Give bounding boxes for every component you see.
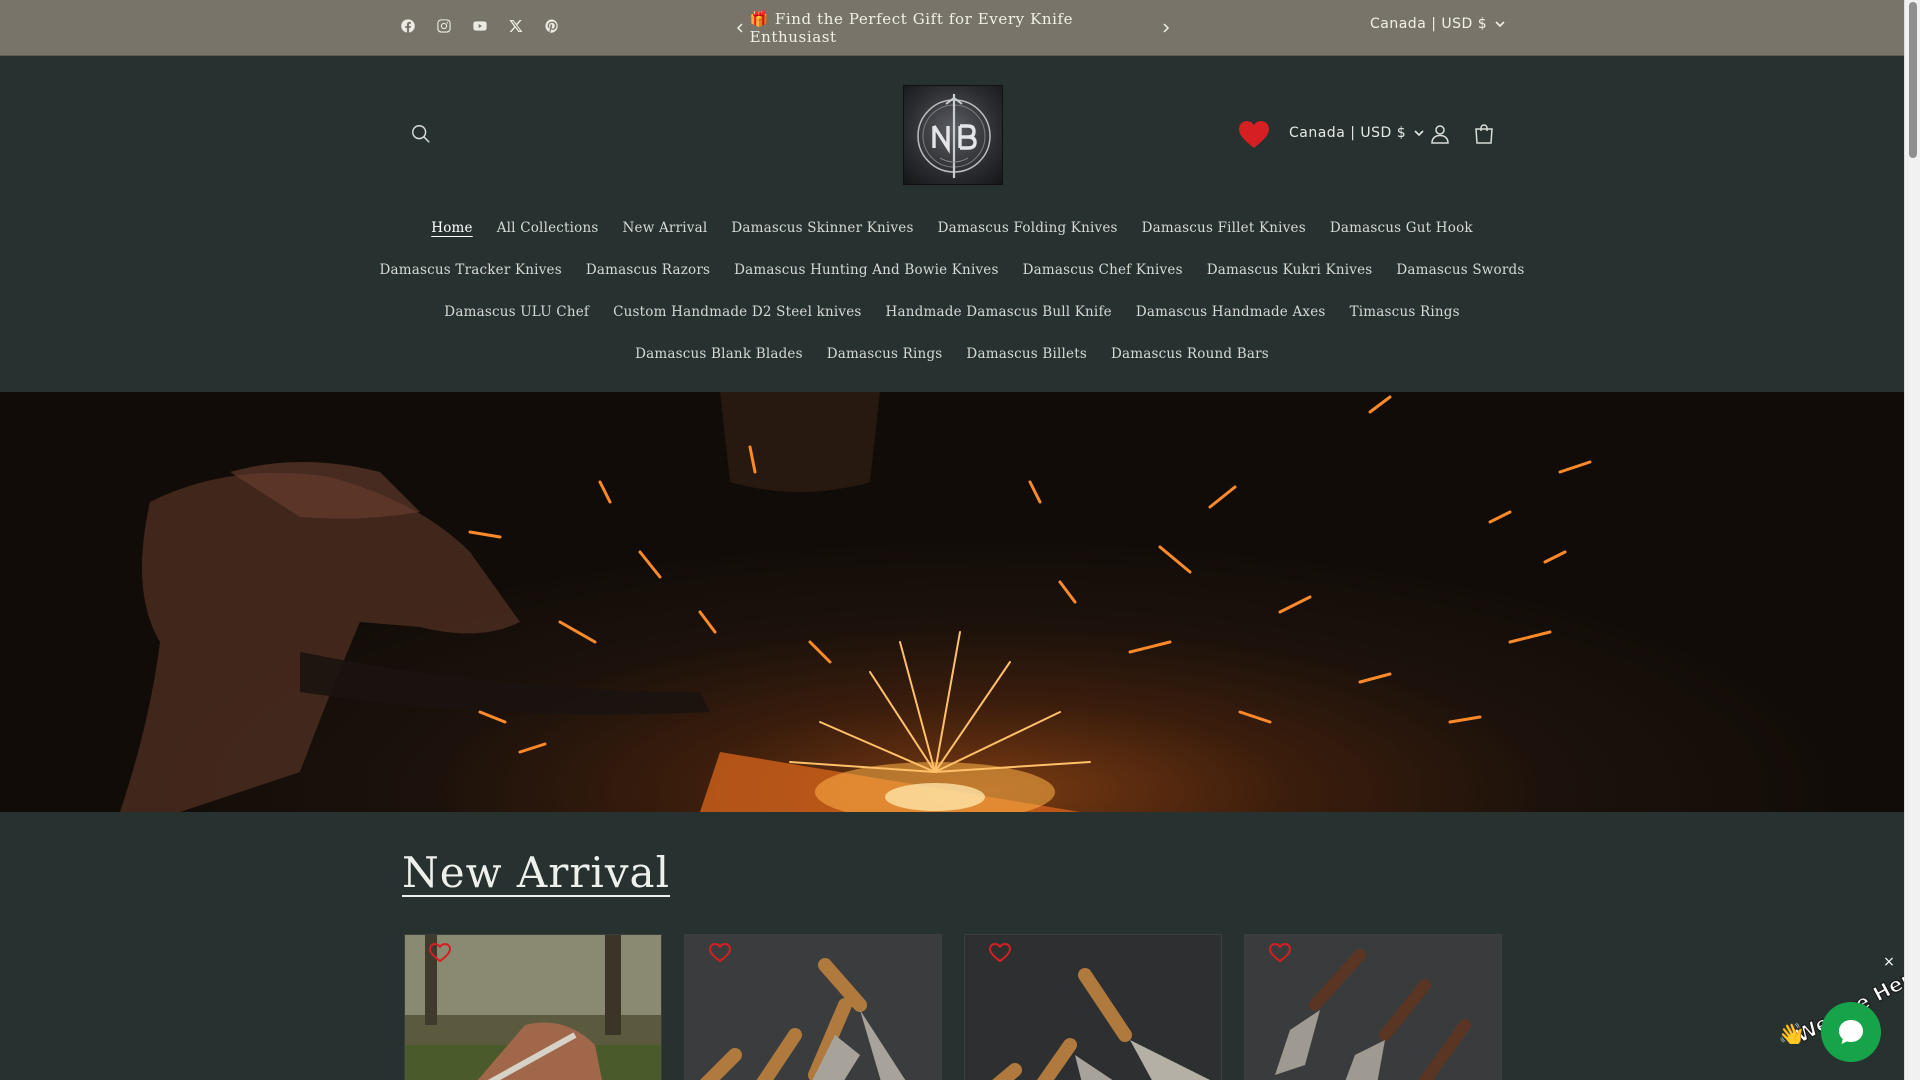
- locale-label: Canada | USD $: [1370, 16, 1488, 32]
- page: 🎁 Find the Perfect Gift for Every Knife E…: [0, 0, 1904, 1080]
- instagram-icon[interactable]: [434, 16, 454, 36]
- wishlist-heart-icon[interactable]: [708, 942, 732, 963]
- nav-row: Home All Collections New Arrival Damascu…: [400, 207, 1504, 249]
- facebook-icon[interactable]: [398, 16, 418, 36]
- vertical-scrollbar[interactable]: [1904, 0, 1920, 1080]
- nav-row: Damascus ULU Chef Custom Handmade D2 Ste…: [400, 291, 1504, 333]
- chevron-down-icon: [1495, 21, 1505, 28]
- site-header: Canada | USD $ Home All Collections New …: [0, 57, 1904, 392]
- nav-item-damascus-round-bars[interactable]: Damascus Round Bars: [1099, 346, 1281, 362]
- chevron-left-icon[interactable]: [730, 18, 750, 38]
- nav-item-damascus-tracker-knives[interactable]: Damascus Tracker Knives: [368, 262, 574, 278]
- search-icon[interactable]: [410, 123, 438, 151]
- nav-item-damascus-folding-knives[interactable]: Damascus Folding Knives: [926, 220, 1130, 236]
- header-locale-selector[interactable]: Canada | USD $: [1289, 125, 1424, 141]
- x-icon[interactable]: [506, 16, 526, 36]
- nav-item-damascus-fillet-knives[interactable]: Damascus Fillet Knives: [1130, 220, 1318, 236]
- nav-item-damascus-hunting-bowie-knives[interactable]: Damascus Hunting And Bowie Knives: [722, 262, 1010, 278]
- nav-item-damascus-blank-blades[interactable]: Damascus Blank Blades: [623, 346, 815, 362]
- new-arrival-heading[interactable]: New Arrival: [402, 848, 670, 897]
- nav-item-damascus-billets[interactable]: Damascus Billets: [954, 346, 1099, 362]
- product-grid: [404, 934, 1502, 1080]
- announcement-message: 🎁 Find the Perfect Gift for Every Knife E…: [730, 0, 1176, 56]
- account-icon[interactable]: [1428, 122, 1454, 148]
- nav-item-damascus-chef-knives[interactable]: Damascus Chef Knives: [1011, 262, 1195, 278]
- product-card[interactable]: [964, 934, 1222, 1080]
- wishlist-heart-icon[interactable]: [988, 942, 1012, 963]
- wishlist-heart-icon[interactable]: [1268, 942, 1292, 963]
- nav-item-damascus-skinner-knives[interactable]: Damascus Skinner Knives: [719, 220, 925, 236]
- cart-icon[interactable]: [1472, 122, 1498, 148]
- scrollbar-thumb[interactable]: [1909, 2, 1917, 158]
- nav-item-damascus-rings[interactable]: Damascus Rings: [815, 346, 955, 362]
- nav-item-custom-d2-steel-knives[interactable]: Custom Handmade D2 Steel knives: [601, 304, 873, 320]
- locale-label: Canada | USD $: [1289, 125, 1407, 141]
- social-links: [398, 16, 562, 36]
- nav-item-damascus-ulu-chef[interactable]: Damascus ULU Chef: [432, 304, 601, 320]
- nav-item-damascus-razors[interactable]: Damascus Razors: [574, 262, 722, 278]
- nav-item-home[interactable]: Home: [419, 220, 485, 236]
- pinterest-icon[interactable]: [542, 16, 562, 36]
- nav-item-damascus-kukri-knives[interactable]: Damascus Kukri Knives: [1195, 262, 1385, 278]
- nav-item-damascus-bull-knife[interactable]: Handmade Damascus Bull Knife: [874, 304, 1124, 320]
- nav-row: Damascus Tracker Knives Damascus Razors …: [380, 249, 1525, 291]
- waving-hand-icon: 👋: [1778, 1022, 1805, 1044]
- nav-item-timascus-rings[interactable]: Timascus Rings: [1338, 304, 1472, 320]
- main-navigation: Home All Collections New Arrival Damascu…: [380, 207, 1525, 375]
- chevron-down-icon: [1414, 130, 1424, 137]
- chat-bubble-icon: [1839, 1020, 1863, 1044]
- chevron-right-icon[interactable]: [1156, 18, 1176, 38]
- wishlist-heart-icon[interactable]: [428, 942, 452, 963]
- product-card[interactable]: [1244, 934, 1502, 1080]
- announcement-text-wrap: 🎁 Find the Perfect Gift for Every Knife E…: [750, 10, 1157, 46]
- nav-item-damascus-gut-hook[interactable]: Damascus Gut Hook: [1318, 220, 1485, 236]
- announcement-text: Find the Perfect Gift for Every Knife En…: [749, 10, 1074, 46]
- announcement-bar: 🎁 Find the Perfect Gift for Every Knife E…: [0, 0, 1904, 56]
- youtube-icon[interactable]: [470, 16, 490, 36]
- nav-row: Damascus Blank Blades Damascus Rings Dam…: [400, 333, 1504, 375]
- nav-item-damascus-swords[interactable]: Damascus Swords: [1384, 262, 1536, 278]
- product-card[interactable]: [404, 934, 662, 1080]
- announcement-locale-selector[interactable]: Canada | USD $: [1370, 16, 1505, 32]
- site-logo[interactable]: [903, 85, 1003, 185]
- nav-item-new-arrival[interactable]: New Arrival: [611, 220, 720, 236]
- nav-item-all-collections[interactable]: All Collections: [485, 220, 611, 236]
- hero-forge-image: [120, 392, 1592, 812]
- chat-close-button[interactable]: ×: [1882, 955, 1896, 969]
- wishlist-heart-icon[interactable]: [1238, 120, 1270, 150]
- chat-button[interactable]: [1821, 1002, 1881, 1062]
- gift-icon: 🎁: [749, 10, 769, 28]
- nav-item-damascus-handmade-axes[interactable]: Damascus Handmade Axes: [1124, 304, 1338, 320]
- hero-banner[interactable]: [0, 392, 1904, 812]
- product-card[interactable]: [684, 934, 942, 1080]
